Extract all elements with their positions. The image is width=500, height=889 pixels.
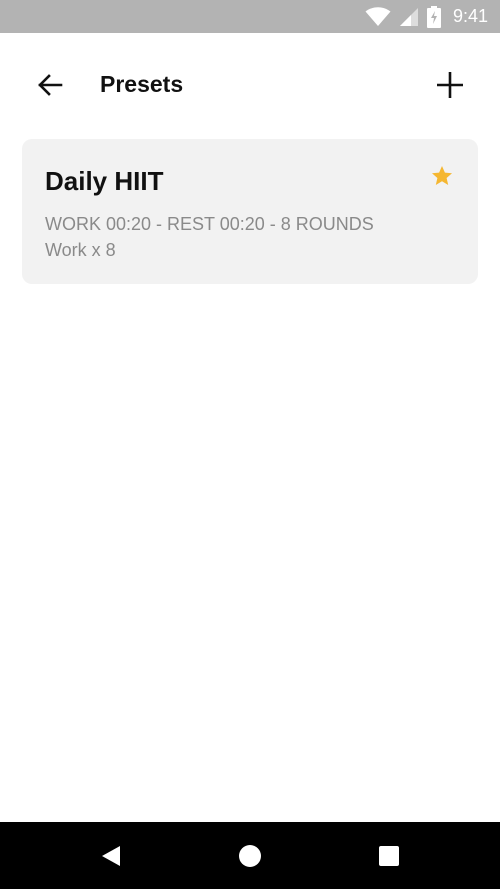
favorite-star-icon[interactable]: [430, 164, 454, 188]
arrow-left-icon: [38, 74, 63, 96]
add-preset-button[interactable]: [428, 65, 472, 105]
nav-home-icon: [239, 845, 261, 867]
status-time: 9:41: [452, 6, 488, 26]
wifi-icon: [365, 6, 391, 27]
preset-name: Daily HIIT: [45, 166, 164, 196]
nav-back-icon: [102, 846, 120, 866]
nav-recents-icon: [379, 846, 399, 866]
preset-card[interactable]: Daily HIIT WORK 00:20 - REST 00:20 - 8 R…: [22, 139, 478, 284]
nav-recents-button[interactable]: [372, 839, 406, 873]
nav-home-button[interactable]: [233, 839, 267, 873]
nav-back-button[interactable]: [94, 839, 128, 873]
page-title: Presets: [100, 71, 184, 97]
plus-icon: [437, 72, 463, 98]
back-button[interactable]: [28, 67, 72, 103]
battery-charging-icon: [426, 5, 441, 28]
system-nav-bar: [0, 822, 500, 889]
preset-detail: Work x 8: [45, 240, 116, 260]
app-bar: Presets: [0, 33, 500, 137]
preset-summary: WORK 00:20 - REST 00:20 - 8 ROUNDS: [45, 214, 374, 234]
cell-signal-icon: [399, 7, 419, 27]
status-bar: 9:41: [0, 0, 500, 33]
